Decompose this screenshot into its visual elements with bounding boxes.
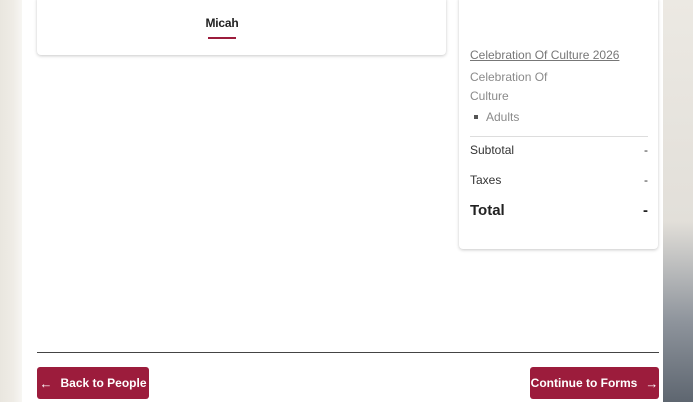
event-name: Celebration Of Culture bbox=[470, 70, 548, 103]
taxes-value: - bbox=[644, 173, 648, 187]
person-name: Micah bbox=[205, 16, 239, 30]
ticket-item: Adults bbox=[474, 110, 519, 124]
continue-to-forms-button[interactable]: Continue to Forms → bbox=[530, 367, 659, 399]
footer-divider bbox=[37, 352, 659, 353]
person-card: Micah bbox=[37, 0, 446, 55]
subtotal-label: Subtotal bbox=[470, 143, 515, 157]
taxes-label: Taxes bbox=[470, 173, 502, 187]
total-value: - bbox=[643, 202, 648, 219]
summary-divider bbox=[470, 136, 648, 137]
total-row: Total - bbox=[470, 202, 648, 219]
order-summary: Celebration Of Culture 2026 Celebration … bbox=[459, 0, 658, 249]
person-tab[interactable]: Micah bbox=[197, 16, 247, 39]
taxes-row: Taxes - bbox=[470, 173, 648, 187]
total-label: Total bbox=[470, 202, 505, 219]
subtotal-value: - bbox=[644, 143, 648, 157]
page-content: Micah Celebration Of Culture 2026 Celebr… bbox=[22, 0, 663, 402]
ticket-item-label: Adults bbox=[486, 110, 520, 124]
back-button-label: Back to People bbox=[60, 376, 147, 390]
event-link[interactable]: Celebration Of Culture 2026 bbox=[470, 48, 619, 62]
arrow-left-icon: ← bbox=[39, 375, 53, 391]
bullet-icon bbox=[474, 115, 478, 119]
active-tab-underline bbox=[208, 37, 236, 39]
continue-button-label: Continue to Forms bbox=[530, 376, 638, 390]
arrow-right-icon: → bbox=[645, 375, 659, 391]
background-right bbox=[663, 0, 693, 402]
subtotal-row: Subtotal - bbox=[470, 143, 648, 157]
back-to-people-button[interactable]: ← Back to People bbox=[37, 367, 149, 399]
background-left bbox=[0, 0, 22, 402]
